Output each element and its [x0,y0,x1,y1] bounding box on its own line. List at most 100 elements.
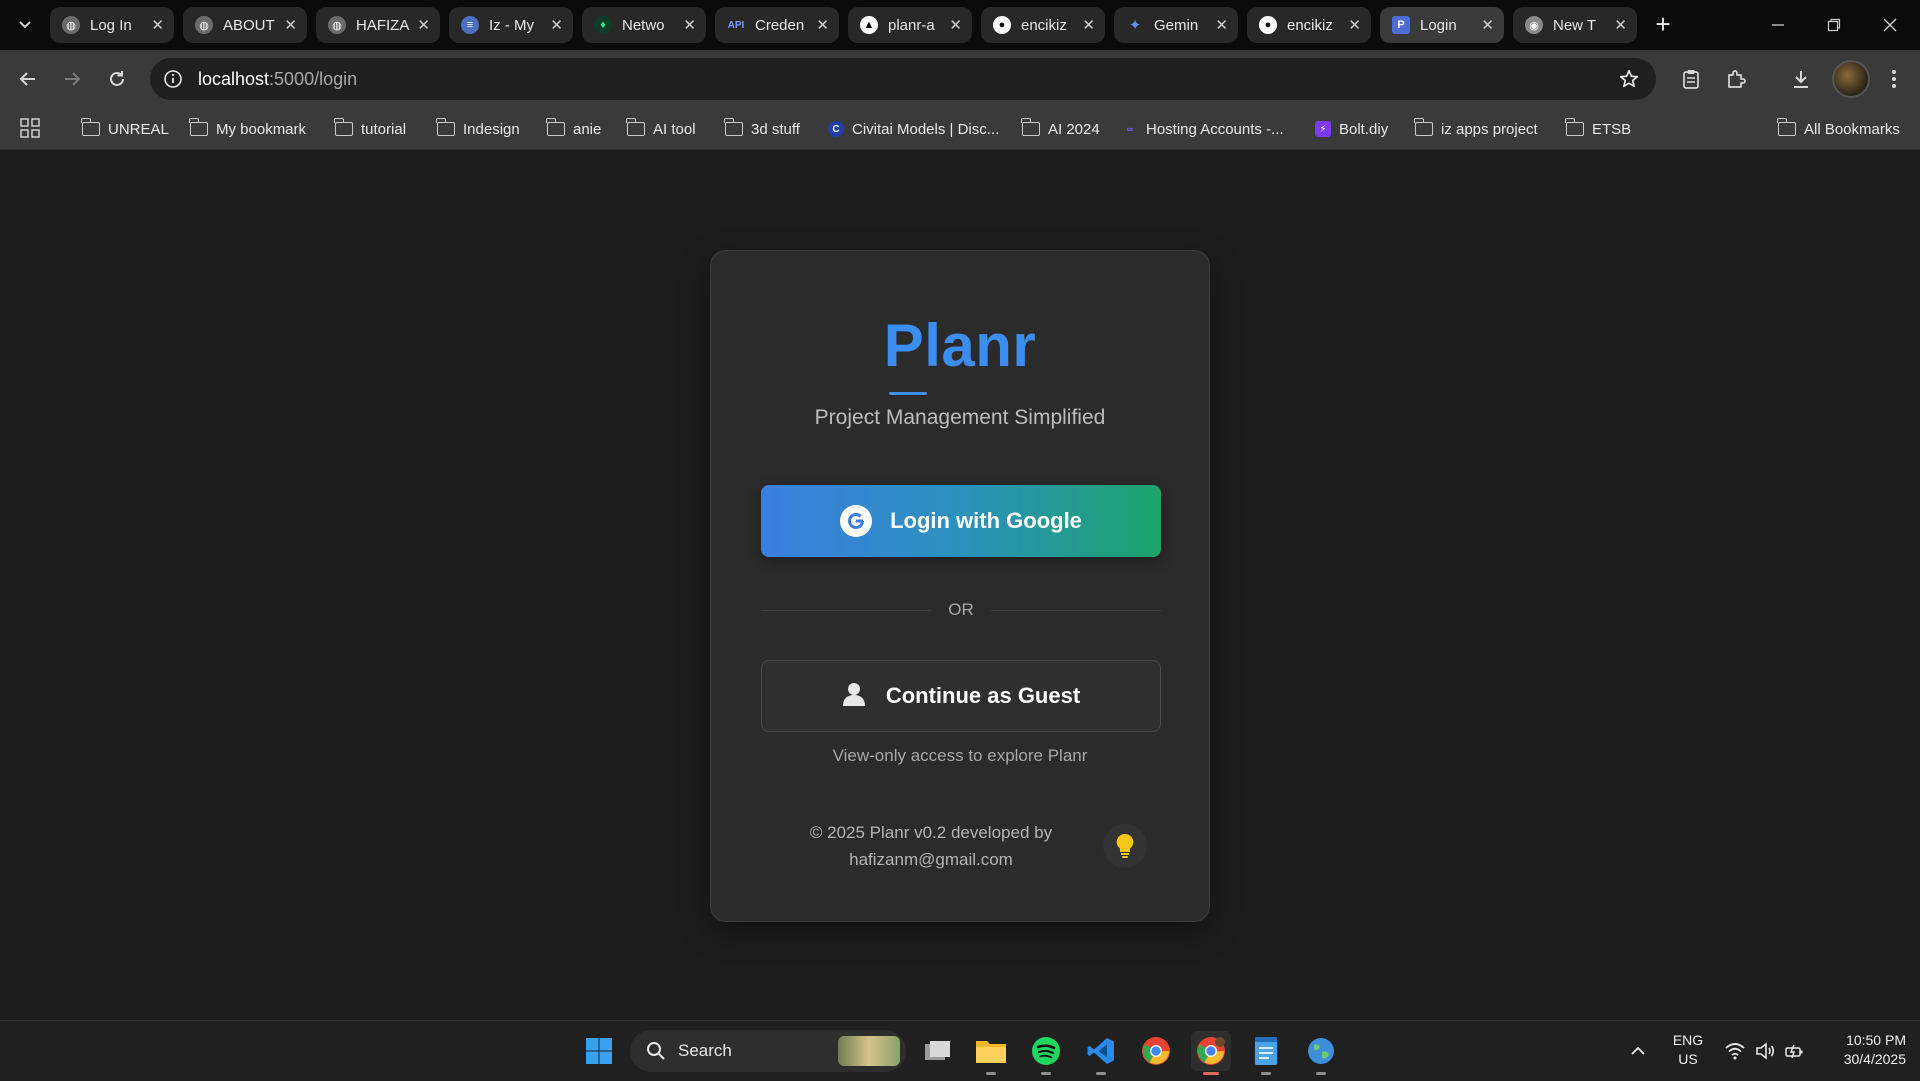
profile-avatar[interactable] [1832,60,1870,98]
continue-guest-button[interactable]: Continue as Guest [761,660,1161,732]
language-indicator[interactable]: ENG US [1660,1031,1716,1069]
globe-icon [1308,1038,1334,1064]
download-icon[interactable] [1786,64,1816,94]
close-icon[interactable]: ✕ [151,16,164,34]
close-icon[interactable]: ✕ [1215,16,1228,34]
bookmark-folder[interactable]: Indesign [436,108,520,150]
bookmark-link[interactable]: ⚡ Bolt.diy [1315,108,1388,150]
chrome-button[interactable] [1136,1031,1176,1071]
spotify-button[interactable] [1026,1031,1066,1075]
tab[interactable]: ≡ Iz - My ✕ [449,7,573,43]
reload-button[interactable] [102,64,132,94]
new-tab-button[interactable]: + [1650,11,1676,38]
file-explorer-button[interactable] [971,1031,1011,1075]
vscode-icon [1087,1038,1114,1064]
bookmark-folder[interactable]: iz apps project [1414,108,1538,150]
close-icon[interactable]: ✕ [1082,16,1095,34]
folder-icon [1414,118,1433,136]
apps-grid-icon[interactable] [20,118,40,143]
tab[interactable]: API Creden ✕ [715,7,839,43]
globe-icon: ◍ [62,16,80,34]
site-info-icon[interactable] [162,68,184,90]
tab-title: encikiz [1287,16,1333,34]
tab-title: Iz - My [489,16,534,34]
chrome-profile-button[interactable] [1191,1031,1231,1075]
close-icon[interactable]: ✕ [816,16,829,34]
bookmark-label: AI 2024 [1048,120,1100,138]
bookmark-folder[interactable]: 3d stuff [724,108,800,150]
tab[interactable]: ◍ Log In ✕ [50,7,174,43]
folder-icon [189,118,208,136]
tab[interactable]: ✦ Gemin ✕ [1114,7,1238,43]
bookmark-folder[interactable]: AI tool [626,108,696,150]
folder-icon [626,118,645,136]
globe-app-button[interactable] [1301,1031,1341,1075]
bookmark-link[interactable]: ∞ Hosting Accounts -... [1122,108,1284,150]
close-icon[interactable]: ✕ [284,16,297,34]
bookmark-folder[interactable]: anie [546,108,601,150]
close-icon[interactable]: ✕ [1614,16,1627,34]
tab[interactable]: ◉ New T ✕ [1513,7,1637,43]
search-label: Search [678,1041,732,1060]
restore-icon [1827,18,1841,32]
close-icon [1883,18,1897,32]
login-card: Planr Project Management Simplified Logi… [710,250,1210,922]
bookmark-link[interactable]: C Civitai Models | Disc... [828,108,999,150]
close-icon[interactable]: ✕ [1348,16,1361,34]
tab[interactable]: ◍ ABOUT ✕ [183,7,307,43]
bookmark-folder[interactable]: ETSB [1565,108,1631,150]
running-indicator [986,1072,996,1075]
address-bar[interactable]: localhost:5000/login [150,58,1656,100]
start-button[interactable] [579,1031,619,1071]
taskbar-search[interactable]: Search [630,1030,906,1072]
close-icon[interactable]: ✕ [1481,16,1494,34]
all-bookmarks[interactable]: All Bookmarks [1777,108,1900,150]
bookmark-folder[interactable]: My bookmark [189,108,306,150]
bookmark-folder[interactable]: UNREAL [81,108,169,150]
minimize-button[interactable] [1750,0,1806,50]
theme-toggle-button[interactable] [1103,824,1147,868]
github-icon: ● [993,16,1011,34]
api-icon: API [727,19,745,31]
close-icon[interactable]: ✕ [417,16,430,34]
close-icon[interactable]: ✕ [683,16,696,34]
chrome-icon [1142,1037,1170,1065]
close-window-button[interactable] [1862,0,1918,50]
tab[interactable]: ▲ planr-a ✕ [848,7,972,43]
login-google-button[interactable]: Login with Google [761,485,1161,557]
close-icon[interactable]: ✕ [550,16,563,34]
tab[interactable]: ♦ Netwo ✕ [582,7,706,43]
globe-icon: ◍ [328,16,346,34]
bookmark-star-icon[interactable] [1618,68,1640,95]
tab-search-button[interactable] [12,12,38,38]
close-icon[interactable]: ✕ [949,16,962,34]
chevron-down-icon [19,21,31,29]
language-code: ENG [1672,1032,1704,1048]
continue-guest-label: Continue as Guest [885,683,1081,708]
task-view-button[interactable] [918,1031,958,1071]
tab[interactable]: ● encikiz ✕ [1247,7,1371,43]
tab[interactable]: ● encikiz ✕ [981,7,1105,43]
bookmark-folder[interactable]: AI 2024 [1021,108,1100,150]
extensions-icon[interactable] [1721,64,1751,94]
system-tray-status[interactable] [1725,1021,1805,1081]
back-button[interactable] [13,64,43,94]
clock[interactable]: 10:50 PM 30/4/2025 [1810,1031,1906,1069]
vscode-button[interactable] [1081,1031,1121,1075]
forward-button[interactable] [57,64,87,94]
restore-button[interactable] [1806,0,1862,50]
footer-credit: © 2025 Planr v0.2 developed by hafizanm@… [781,819,1081,873]
chrome-icon [1197,1037,1225,1065]
notepad-button[interactable] [1246,1031,1286,1075]
folder-icon [81,118,100,136]
tray-overflow-button[interactable] [1630,1021,1646,1081]
tab[interactable]: ◍ HAFIZA ✕ [316,7,440,43]
bookmark-folder[interactable]: tutorial [334,108,406,150]
bookmark-label: AI tool [653,120,696,138]
github-icon: ● [1259,16,1277,34]
wifi-icon [1725,1043,1745,1060]
more-menu-icon[interactable] [1879,64,1909,94]
tab-active[interactable]: P Login ✕ [1380,7,1504,43]
bookmark-label: Bolt.diy [1339,120,1389,138]
clipboard-icon[interactable] [1676,64,1706,94]
